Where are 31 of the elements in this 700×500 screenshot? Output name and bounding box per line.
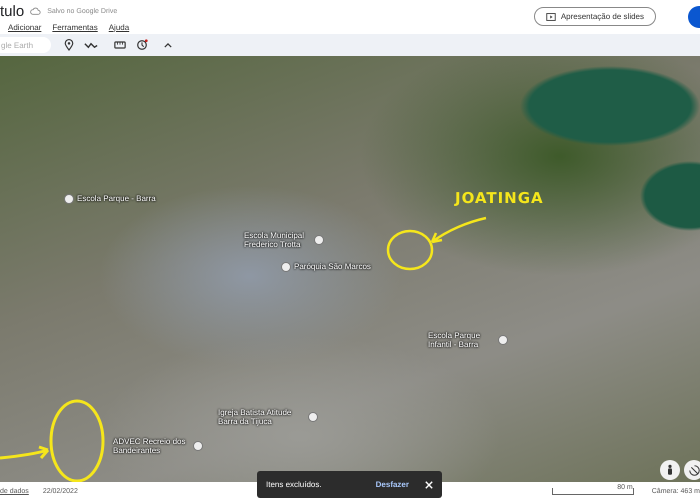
- snackbar-message: Itens excluídos.: [266, 480, 323, 489]
- undo-button[interactable]: Desfazer: [374, 478, 411, 491]
- ruler-icon[interactable]: [114, 41, 126, 49]
- collapse-icon[interactable]: [164, 42, 172, 48]
- menu-item[interactable]: Ajuda: [108, 22, 130, 32]
- place-label: ADVEC Recreio dos Bandeirantes: [113, 437, 186, 456]
- menu-item[interactable]: Ferramentas: [52, 22, 98, 32]
- place-label: Escola Parque Infantil - Barra: [428, 331, 482, 350]
- place-label: Igreja Batista Atitude Barra da Tijuca: [218, 408, 292, 426]
- map-pin-icon[interactable]: [64, 194, 74, 204]
- search-field[interactable]: gle Earth: [0, 37, 51, 53]
- path-icon[interactable]: [84, 40, 98, 50]
- annotation-circle: [385, 228, 435, 272]
- slideshow-icon: [546, 12, 556, 20]
- slideshow-button[interactable]: Apresentação de slides: [534, 7, 656, 26]
- placemark-icon[interactable]: [64, 39, 74, 51]
- close-icon[interactable]: [425, 480, 433, 488]
- history-icon[interactable]: [136, 39, 148, 51]
- place-label: Paróquia São Marcos: [294, 262, 371, 272]
- annotation-arrow: [428, 216, 488, 246]
- cloud-icon: [30, 7, 42, 15]
- menu-item[interactable]: Adicionar: [8, 22, 42, 32]
- document-title: tulo: [0, 2, 24, 20]
- place-label: Escola Municipal Frederico Trotta: [244, 231, 306, 250]
- map-pin-icon[interactable]: [308, 412, 318, 422]
- handwritten-annotation: JOATINGA: [455, 189, 544, 207]
- map-pin-icon[interactable]: [498, 335, 508, 346]
- map-pin-icon[interactable]: [281, 262, 291, 272]
- place-label: Escola Parque - Barra: [77, 194, 156, 204]
- map-pin-icon[interactable]: [193, 441, 203, 452]
- map-pin-icon[interactable]: [314, 235, 324, 246]
